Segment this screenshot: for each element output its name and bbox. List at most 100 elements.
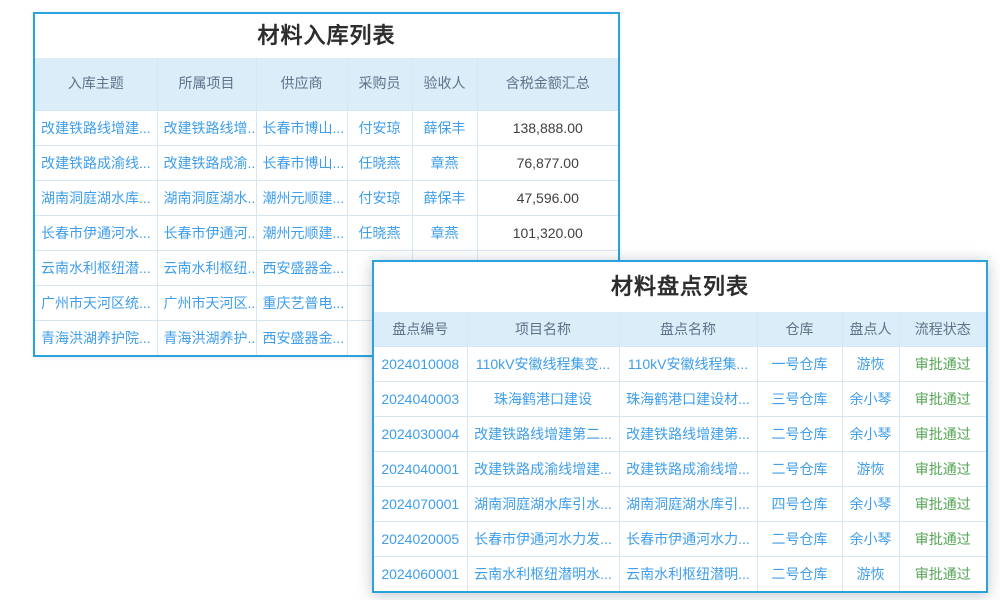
table-row: 湖南洞庭湖水库... 湖南洞庭湖水... 潮州元顺建... 付安琼 薛保丰 47… <box>35 180 618 215</box>
cell-warehouse[interactable]: 二号仓库 <box>757 521 842 556</box>
cell-supplier[interactable]: 潮州元顺建... <box>256 180 347 215</box>
cell-purchaser[interactable]: 任晓燕 <box>347 215 412 250</box>
cell-stocktake-id[interactable]: 2024010008 <box>374 346 467 381</box>
table-row: 改建铁路线增建... 改建铁路线增... 长春市博山... 付安琼 薛保丰 13… <box>35 110 618 145</box>
cell-supplier[interactable]: 潮州元顺建... <box>256 215 347 250</box>
table-row: 改建铁路成渝线... 改建铁路成渝... 长春市博山... 任晓燕 章燕 76,… <box>35 145 618 180</box>
column-header-stocktake-id: 盘点编号 <box>374 312 467 346</box>
cell-stocktake-id[interactable]: 2024060001 <box>374 556 467 591</box>
table-row: 2024020005 长春市伊通河水力发... 长春市伊通河水力... 二号仓库… <box>374 521 986 556</box>
table-row: 2024030004 改建铁路线增建第二... 改建铁路线增建第... 二号仓库… <box>374 416 986 451</box>
cell-project[interactable]: 广州市天河区... <box>157 285 256 320</box>
cell-warehouse[interactable]: 一号仓库 <box>757 346 842 381</box>
cell-subject[interactable]: 长春市伊通河水... <box>35 215 157 250</box>
table-row: 2024040001 改建铁路成渝线增建... 改建铁路成渝线增... 二号仓库… <box>374 451 986 486</box>
cell-stocktake-id[interactable]: 2024070001 <box>374 486 467 521</box>
cell-flow-status: 审批通过 <box>899 346 986 381</box>
cell-supplier[interactable]: 重庆艺普电... <box>256 285 347 320</box>
cell-stocktaker[interactable]: 余小琴 <box>842 521 899 556</box>
inbound-table-header: 入库主题 所属项目 供应商 采购员 验收人 含税金额汇总 <box>35 58 618 110</box>
cell-warehouse[interactable]: 三号仓库 <box>757 381 842 416</box>
column-header-purchaser: 采购员 <box>347 58 412 110</box>
table-row: 长春市伊通河水... 长春市伊通河... 潮州元顺建... 任晓燕 章燕 101… <box>35 215 618 250</box>
cell-stocktake-id[interactable]: 2024040001 <box>374 451 467 486</box>
cell-flow-status: 审批通过 <box>899 521 986 556</box>
cell-warehouse[interactable]: 二号仓库 <box>757 451 842 486</box>
cell-stocktake-name[interactable]: 改建铁路成渝线增... <box>619 451 757 486</box>
column-header-inspector: 验收人 <box>412 58 477 110</box>
cell-purchaser[interactable]: 付安琼 <box>347 180 412 215</box>
cell-project-name[interactable]: 珠海鹤港口建设 <box>467 381 619 416</box>
cell-stocktake-name[interactable]: 珠海鹤港口建设材... <box>619 381 757 416</box>
cell-stocktaker[interactable]: 游恢 <box>842 451 899 486</box>
cell-tax-amount: 47,596.00 <box>477 180 618 215</box>
column-header-project-name: 项目名称 <box>467 312 619 346</box>
cell-project-name[interactable]: 110kV安徽线程集变... <box>467 346 619 381</box>
cell-subject[interactable]: 改建铁路成渝线... <box>35 145 157 180</box>
cell-purchaser[interactable]: 付安琼 <box>347 110 412 145</box>
stocktake-table-card: 材料盘点列表 盘点编号 项目名称 盘点名称 仓库 盘点人 流程状态 202401… <box>372 260 988 593</box>
cell-stocktake-name[interactable]: 云南水利枢纽潜明... <box>619 556 757 591</box>
cell-stocktake-id[interactable]: 2024020005 <box>374 521 467 556</box>
cell-supplier[interactable]: 西安盛器金... <box>256 320 347 355</box>
cell-stocktaker[interactable]: 游恢 <box>842 556 899 591</box>
inbound-table-title: 材料入库列表 <box>35 14 618 58</box>
cell-stocktake-name[interactable]: 长春市伊通河水力... <box>619 521 757 556</box>
cell-warehouse[interactable]: 二号仓库 <box>757 556 842 591</box>
column-header-stocktake-name: 盘点名称 <box>619 312 757 346</box>
cell-subject[interactable]: 湖南洞庭湖水库... <box>35 180 157 215</box>
cell-supplier[interactable]: 长春市博山... <box>256 110 347 145</box>
column-header-tax-amount: 含税金额汇总 <box>477 58 618 110</box>
cell-stocktaker[interactable]: 余小琴 <box>842 486 899 521</box>
cell-supplier[interactable]: 西安盛器金... <box>256 250 347 285</box>
cell-warehouse[interactable]: 四号仓库 <box>757 486 842 521</box>
cell-stocktake-name[interactable]: 改建铁路线增建第... <box>619 416 757 451</box>
cell-project[interactable]: 湖南洞庭湖水... <box>157 180 256 215</box>
cell-stocktake-name[interactable]: 110kV安徽线程集... <box>619 346 757 381</box>
table-row: 2024010008 110kV安徽线程集变... 110kV安徽线程集... … <box>374 346 986 381</box>
cell-purchaser[interactable]: 任晓燕 <box>347 145 412 180</box>
cell-subject[interactable]: 青海洪湖养护院... <box>35 320 157 355</box>
cell-inspector[interactable]: 薛保丰 <box>412 110 477 145</box>
cell-stocktake-name[interactable]: 湖南洞庭湖水库引... <box>619 486 757 521</box>
cell-project-name[interactable]: 改建铁路线增建第二... <box>467 416 619 451</box>
cell-inspector[interactable]: 章燕 <box>412 215 477 250</box>
cell-warehouse[interactable]: 二号仓库 <box>757 416 842 451</box>
cell-project-name[interactable]: 云南水利枢纽潜明水... <box>467 556 619 591</box>
cell-project-name[interactable]: 长春市伊通河水力发... <box>467 521 619 556</box>
cell-project[interactable]: 改建铁路线增... <box>157 110 256 145</box>
cell-project[interactable]: 云南水利枢纽... <box>157 250 256 285</box>
column-header-project: 所属项目 <box>157 58 256 110</box>
table-row: 2024070001 湖南洞庭湖水库引水... 湖南洞庭湖水库引... 四号仓库… <box>374 486 986 521</box>
column-header-flow-status: 流程状态 <box>899 312 986 346</box>
cell-project-name[interactable]: 改建铁路成渝线增建... <box>467 451 619 486</box>
header-row: 盘点编号 项目名称 盘点名称 仓库 盘点人 流程状态 <box>374 312 986 346</box>
cell-stocktaker[interactable]: 余小琴 <box>842 381 899 416</box>
cell-flow-status: 审批通过 <box>899 451 986 486</box>
cell-flow-status: 审批通过 <box>899 381 986 416</box>
cell-tax-amount: 101,320.00 <box>477 215 618 250</box>
stocktake-table: 盘点编号 项目名称 盘点名称 仓库 盘点人 流程状态 2024010008 11… <box>374 312 986 591</box>
cell-stocktake-id[interactable]: 2024040003 <box>374 381 467 416</box>
cell-project[interactable]: 青海洪湖养护... <box>157 320 256 355</box>
cell-subject[interactable]: 改建铁路线增建... <box>35 110 157 145</box>
cell-tax-amount: 138,888.00 <box>477 110 618 145</box>
cell-subject[interactable]: 广州市天河区统... <box>35 285 157 320</box>
table-row: 2024060001 云南水利枢纽潜明水... 云南水利枢纽潜明... 二号仓库… <box>374 556 986 591</box>
stocktake-table-title: 材料盘点列表 <box>374 262 986 312</box>
cell-stocktaker[interactable]: 余小琴 <box>842 416 899 451</box>
cell-project-name[interactable]: 湖南洞庭湖水库引水... <box>467 486 619 521</box>
cell-flow-status: 审批通过 <box>899 556 986 591</box>
column-header-subject: 入库主题 <box>35 58 157 110</box>
cell-inspector[interactable]: 薛保丰 <box>412 180 477 215</box>
cell-stocktaker[interactable]: 游恢 <box>842 346 899 381</box>
cell-subject[interactable]: 云南水利枢纽潜... <box>35 250 157 285</box>
cell-project[interactable]: 长春市伊通河... <box>157 215 256 250</box>
cell-inspector[interactable]: 章燕 <box>412 145 477 180</box>
cell-project[interactable]: 改建铁路成渝... <box>157 145 256 180</box>
column-header-supplier: 供应商 <box>256 58 347 110</box>
table-row: 2024040003 珠海鹤港口建设 珠海鹤港口建设材... 三号仓库 余小琴 … <box>374 381 986 416</box>
cell-supplier[interactable]: 长春市博山... <box>256 145 347 180</box>
cell-stocktake-id[interactable]: 2024030004 <box>374 416 467 451</box>
cell-flow-status: 审批通过 <box>899 416 986 451</box>
